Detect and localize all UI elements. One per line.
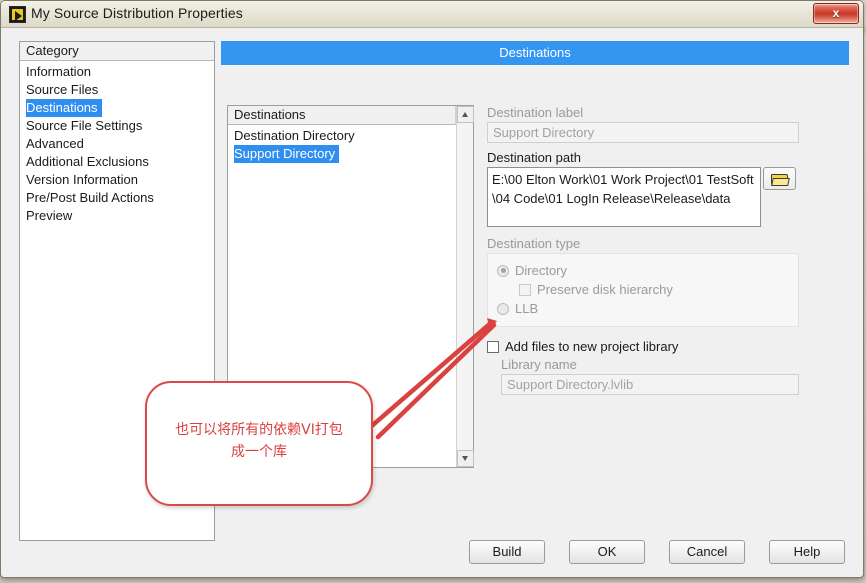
properties-dialog: My Source Distribution Properties x Cate… [0,0,864,578]
cancel-button[interactable]: Cancel [669,540,745,564]
sidebar-item-label: Pre/Post Build Actions [26,190,154,205]
radio-directory-label: Directory [515,263,568,278]
destination-type-title: Destination type [487,236,581,251]
sidebar-item-label: Destinations [26,99,102,117]
list-item-label: Destination Directory [234,128,355,143]
annotation-text-line1: 也可以将所有的依赖VI打包 [175,422,343,438]
ok-button[interactable]: OK [569,540,645,564]
library-name-title: Library name [501,357,577,372]
radio-llb[interactable]: LLB [497,299,789,318]
library-name-field[interactable] [501,374,799,395]
triangle-down-icon[interactable] [457,450,474,467]
destination-path-title: Destination path [487,150,581,165]
sidebar-item-label: Advanced [26,136,84,151]
triangle-up-icon[interactable] [457,106,474,123]
list-item-support-directory[interactable]: Support Directory [228,145,456,163]
page-title: Destinations [221,41,849,65]
sidebar-item-advanced[interactable]: Advanced [20,135,214,153]
annotation-callout: 也可以将所有的依赖VI打包 成一个库 [145,381,373,506]
destination-type-group: Directory Preserve disk hierarchy LLB [487,253,799,327]
sidebar-item-source-files[interactable]: Source Files [20,81,214,99]
help-button[interactable]: Help [769,540,845,564]
radio-directory[interactable]: Directory [497,261,789,280]
title-bar[interactable]: My Source Distribution Properties x [1,1,863,28]
destination-path-field[interactable]: E:\00 Elton Work\01 Work Project\01 Test… [487,167,761,227]
window-title: My Source Distribution Properties [31,5,243,21]
labview-icon [9,6,26,23]
destination-form: Destination label Destination path E:\00… [487,105,807,395]
destinations-scrollbar[interactable] [456,106,474,467]
sidebar-item-label: Preview [26,208,73,223]
sidebar-item-label: Source File Settings [26,118,143,133]
destination-label-title: Destination label [487,105,584,120]
checkbox-icon [487,340,499,353]
sidebar-item-source-file-settings[interactable]: Source File Settings [20,117,214,135]
list-item-label: Support Directory [234,145,340,163]
checkbox-add-to-library-label: Add files to new project library [505,339,679,354]
annotation-text-line2: 成一个库 [231,444,287,460]
annotation-text: 也可以将所有的依赖VI打包 成一个库 [163,419,355,463]
radio-llb-label: LLB [515,301,539,316]
close-button[interactable]: x [813,3,859,24]
checkbox-icon [519,283,531,296]
radio-icon [497,302,509,315]
sidebar-item-label: Information [26,64,92,79]
dialog-body: Category Information Source Files Destin… [1,28,863,577]
list-item-destination-directory[interactable]: Destination Directory [228,127,456,145]
sidebar-item-preview[interactable]: Preview [20,207,214,225]
destination-label-field[interactable] [487,122,799,143]
dialog-button-bar: Build OK Cancel Help [1,540,863,564]
checkbox-add-to-library[interactable]: Add files to new project library [487,339,807,354]
destination-path-row: E:\00 Elton Work\01 Work Project\01 Test… [487,167,807,227]
checkbox-preserve-hierarchy-label: Preserve disk hierarchy [537,282,673,297]
checkbox-preserve-hierarchy[interactable]: Preserve disk hierarchy [519,280,789,299]
sidebar-item-additional-exclusions[interactable]: Additional Exclusions [20,153,214,171]
sidebar-item-information[interactable]: Information [20,63,214,81]
screenshot-root: My Source Distribution Properties x Cate… [0,0,866,583]
sidebar-item-label: Additional Exclusions [26,154,149,169]
category-header: Category [20,42,214,61]
folder-icon [771,174,790,186]
sidebar-item-version-information[interactable]: Version Information [20,171,214,189]
sidebar-item-label: Source Files [26,82,99,97]
sidebar-item-destinations[interactable]: Destinations [20,99,214,117]
build-button[interactable]: Build [469,540,545,564]
sidebar-item-pre-post-build-actions[interactable]: Pre/Post Build Actions [20,189,214,207]
sidebar-item-label: Version Information [26,172,139,187]
destinations-list-header: Destinations [228,106,456,125]
browse-folder-button[interactable] [763,167,796,190]
radio-icon [497,264,509,277]
